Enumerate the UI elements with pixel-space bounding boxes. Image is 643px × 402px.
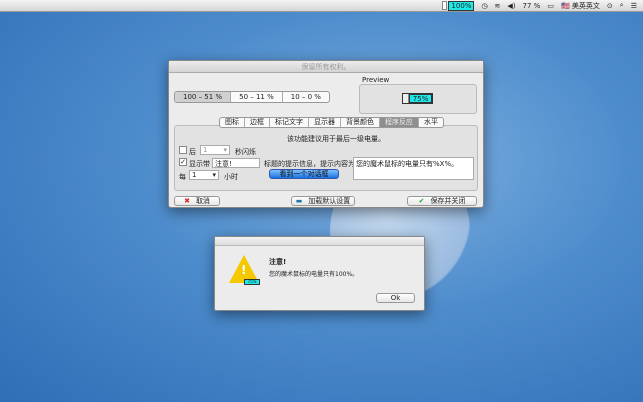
blink-checkbox[interactable] bbox=[179, 146, 187, 154]
hours-suffix: 小时 bbox=[224, 173, 238, 181]
settings-window: 保留所有权利。 100 – 51 % 50 – 11 % 10 – 0 % Pr… bbox=[168, 60, 484, 208]
alert-title: 注意! bbox=[269, 258, 287, 266]
alert-title-input[interactable]: 注意! bbox=[212, 158, 260, 168]
battery-status[interactable]: 77 % bbox=[523, 2, 541, 10]
ok-button[interactable]: Ok bbox=[376, 293, 415, 303]
warning-exclamation: ! bbox=[241, 263, 247, 277]
save-close-button[interactable]: ✔ 保存并关闭 bbox=[407, 196, 477, 206]
alert-dialog: ! 75% 注意! 您的魔术鼠标的电量只有100%。 Ok bbox=[214, 236, 425, 311]
message-textarea[interactable]: 您的魔术鼠标的电量只有%X%。 bbox=[353, 157, 474, 180]
chevron-down-icon: ▾ bbox=[223, 146, 227, 154]
battery-app-status[interactable]: 100% bbox=[442, 0, 475, 11]
monitor-icon: ▬ bbox=[295, 197, 303, 205]
menu-bar: 100% ◷ ≋ ◀) 77 % ▭ 🇺🇸 美英英文 ⊙ ⌕ ☰ bbox=[0, 0, 643, 12]
sync-icon[interactable]: ⊙ bbox=[607, 2, 613, 10]
show-checkbox[interactable]: ✓ bbox=[179, 158, 187, 166]
battery-icon: ▭ bbox=[547, 1, 554, 10]
range-high[interactable]: 100 – 51 % bbox=[175, 92, 232, 102]
blink-suffix: 秒闪烁 bbox=[235, 148, 256, 156]
cancel-icon: ✖ bbox=[184, 197, 190, 205]
battery-preview: 75% bbox=[402, 93, 433, 104]
alert-message: 您的魔术鼠标的电量只有100%。 bbox=[269, 271, 359, 278]
notification-icon[interactable]: ☰ bbox=[631, 2, 637, 10]
range-selector: 100 – 51 % 50 – 11 % 10 – 0 % bbox=[174, 91, 330, 103]
chevron-down-icon: ▾ bbox=[212, 171, 216, 179]
hours-select[interactable]: 1 ▾ bbox=[189, 170, 219, 180]
battery-badge: 75% bbox=[244, 279, 260, 285]
time-machine-icon[interactable]: ◷ bbox=[481, 2, 487, 10]
window-title: 保留所有权利。 bbox=[169, 61, 483, 73]
preview-label: Preview bbox=[362, 76, 390, 84]
tab-bar: 图标 边框 标记文字 显示器 背景颜色 程序反应 水平 bbox=[219, 117, 444, 128]
tab-border[interactable]: 边框 bbox=[245, 118, 270, 127]
preview-box: 75% bbox=[359, 84, 477, 114]
blink-seconds-select[interactable]: 1 ▾ bbox=[200, 145, 230, 155]
tab-icon[interactable]: 图标 bbox=[220, 118, 245, 127]
tab-background-color[interactable]: 背景颜色 bbox=[341, 118, 380, 127]
hint-text: 该功能建议用于最后一级电量。 bbox=[287, 135, 385, 143]
checkmark-icon: ✔ bbox=[418, 197, 425, 205]
tab-label-text[interactable]: 标记文字 bbox=[270, 118, 309, 127]
load-defaults-button[interactable]: ▬ 加载默认设置 bbox=[291, 196, 355, 206]
blink-label: 后 bbox=[189, 148, 196, 156]
preview-dialog-button[interactable]: 看到一个对话框 bbox=[269, 169, 339, 179]
wifi-icon[interactable]: ≋ bbox=[495, 2, 501, 10]
cancel-button[interactable]: ✖ 取消 bbox=[174, 196, 220, 206]
range-mid[interactable]: 50 – 11 % bbox=[231, 92, 283, 102]
volume-icon[interactable]: ◀) bbox=[507, 2, 515, 10]
tab-level[interactable]: 水平 bbox=[419, 118, 443, 127]
show-label: 显示带 bbox=[189, 160, 210, 168]
input-source[interactable]: 🇺🇸 美英英文 bbox=[561, 1, 600, 11]
every-label: 每 bbox=[179, 173, 186, 181]
tab-display[interactable]: 显示器 bbox=[309, 118, 341, 127]
show-description: 标题的提示信息，提示内容为 bbox=[264, 160, 355, 168]
spotlight-icon[interactable]: ⌕ bbox=[620, 1, 624, 10]
range-low[interactable]: 10 – 0 % bbox=[283, 92, 329, 102]
tab-program-reaction[interactable]: 程序反应 bbox=[380, 118, 419, 127]
